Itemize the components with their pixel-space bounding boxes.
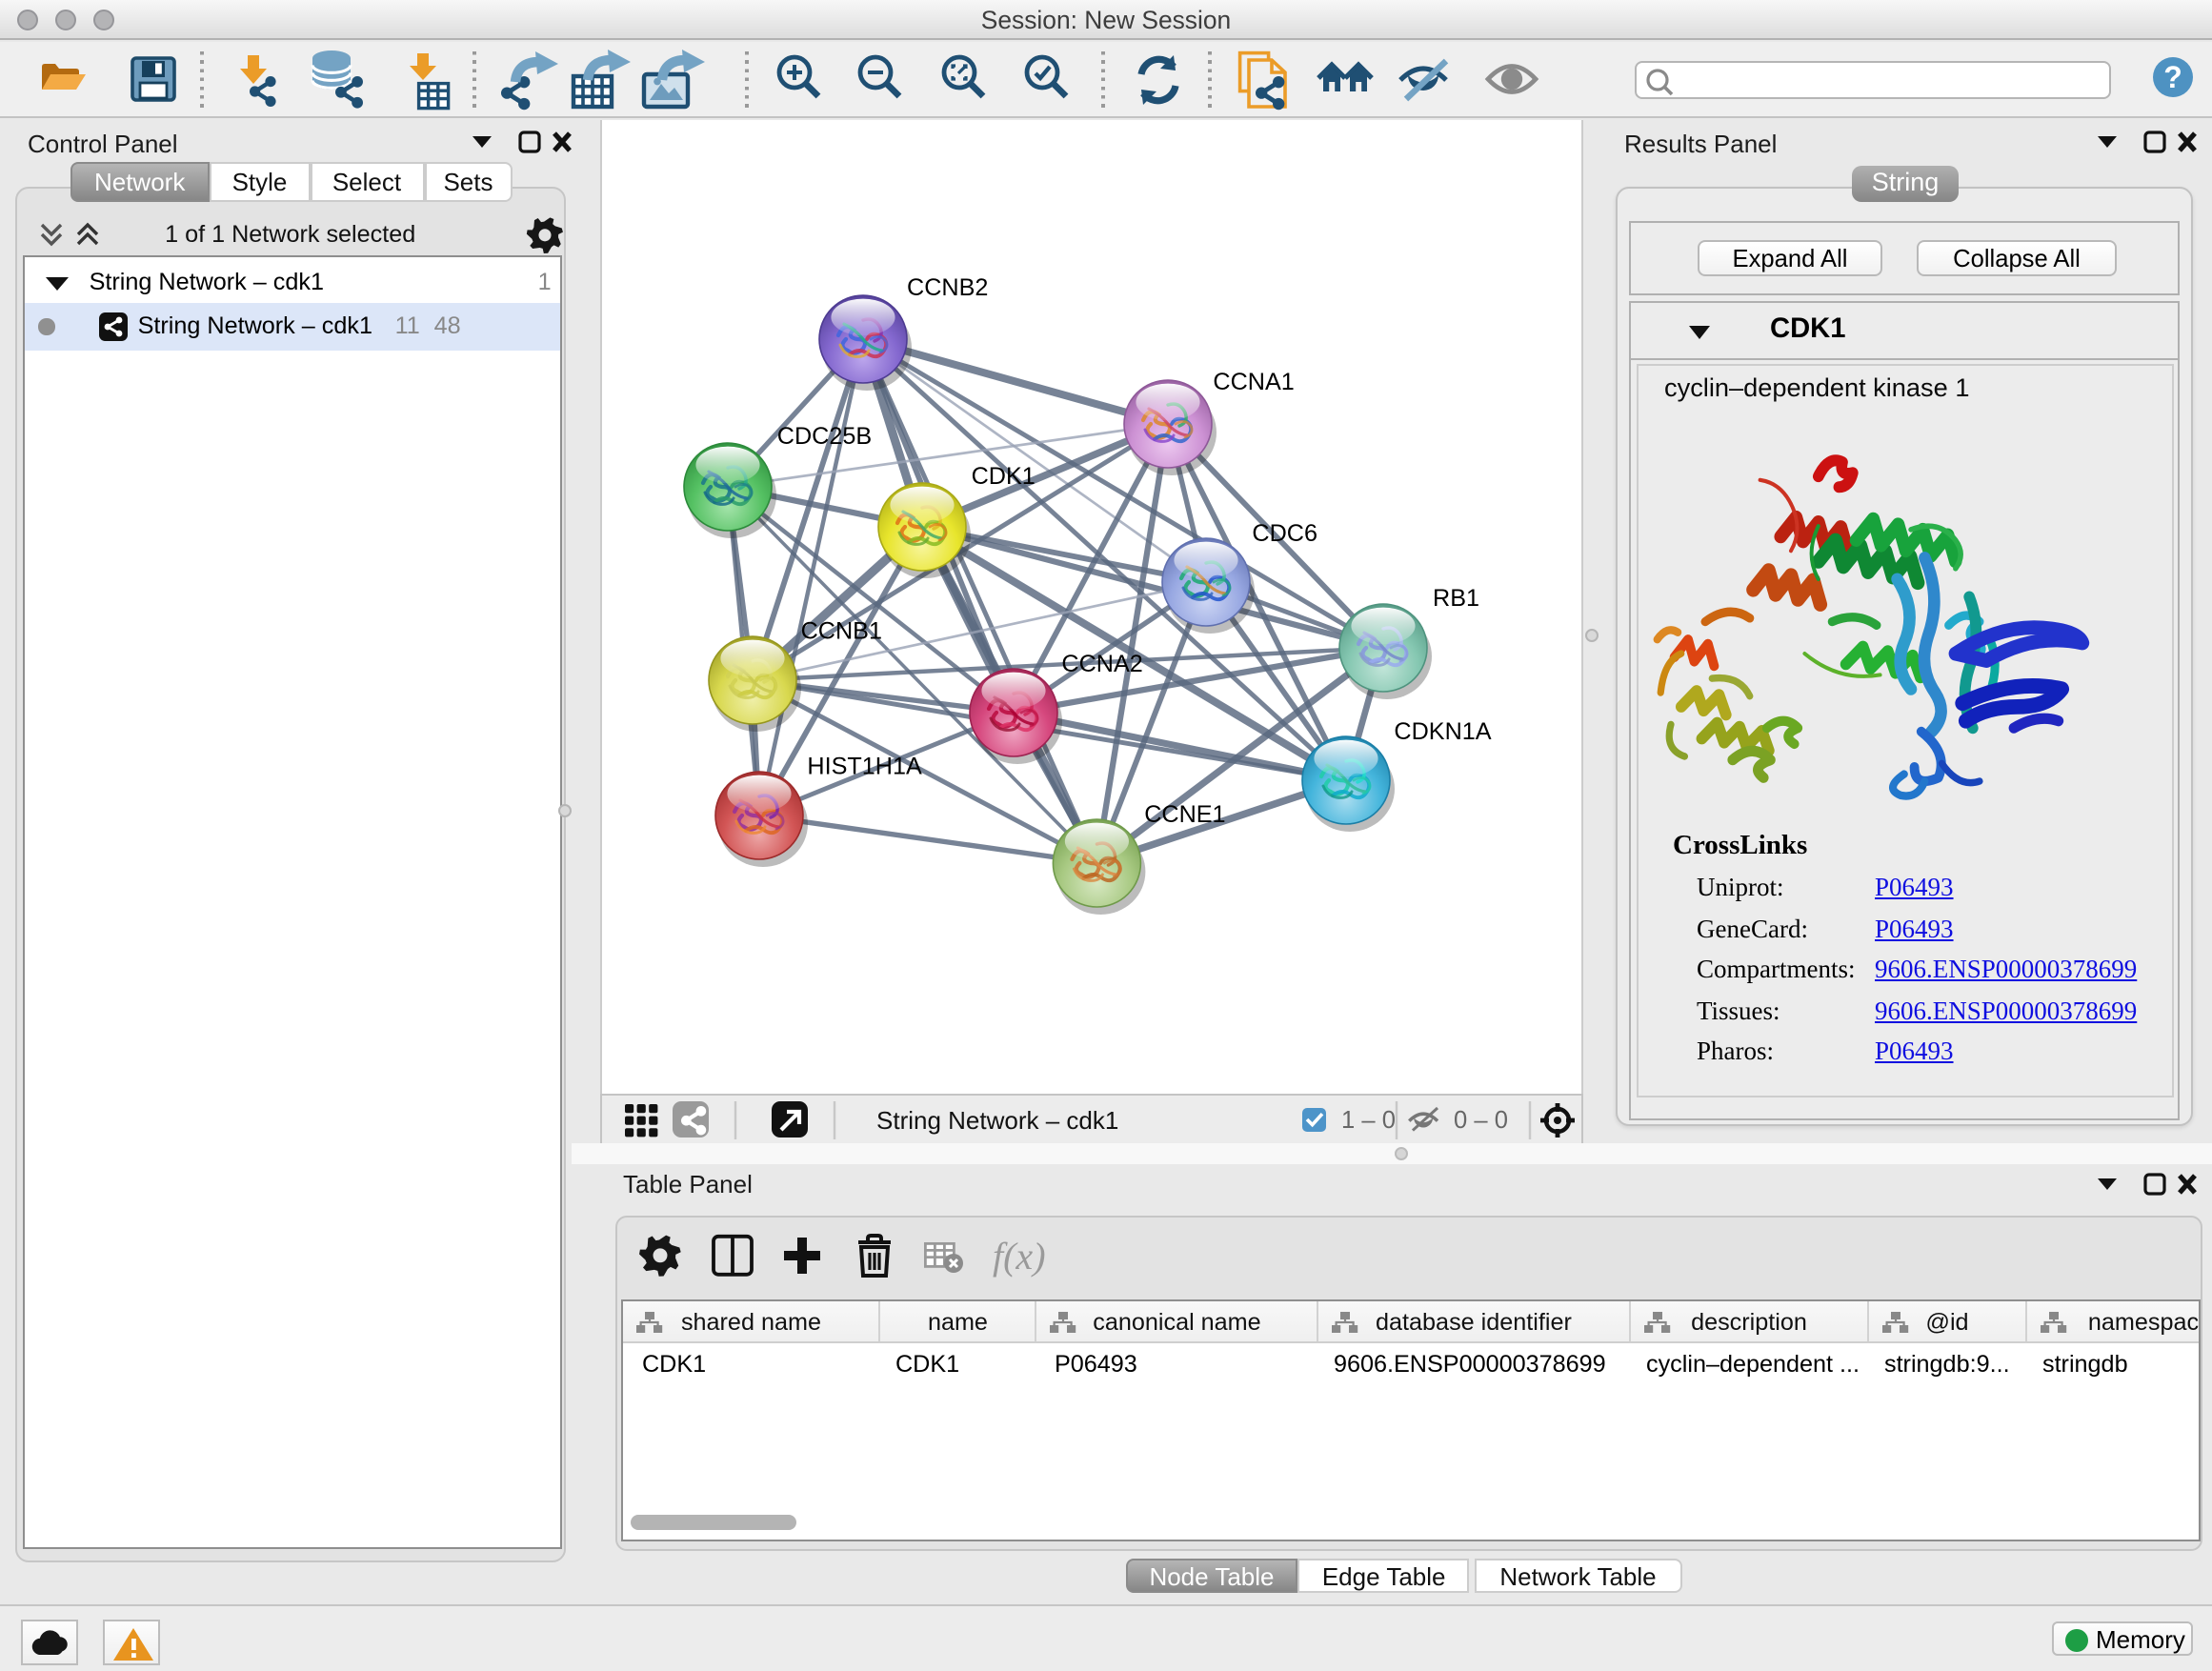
svg-text:CCNA1: CCNA1 xyxy=(1213,369,1294,395)
svg-text:String Network – cdk1: String Network – cdk1 xyxy=(876,1106,1118,1135)
svg-text:0 – 0: 0 – 0 xyxy=(1454,1107,1508,1134)
svg-text:CDC25B: CDC25B xyxy=(777,423,872,450)
svg-text:1 – 0: 1 – 0 xyxy=(1341,1107,1396,1134)
svg-text:f(x): f(x) xyxy=(993,1234,1046,1277)
svg-text:CDK1: CDK1 xyxy=(972,463,1036,490)
svg-text:CDC6: CDC6 xyxy=(1252,520,1317,547)
svg-text:HIST1H1A: HIST1H1A xyxy=(807,754,922,780)
svg-text:CDKN1A: CDKN1A xyxy=(1394,718,1491,745)
svg-text:CCNE1: CCNE1 xyxy=(1144,801,1225,828)
svg-text:RB1: RB1 xyxy=(1433,585,1479,612)
svg-text:CCNA2: CCNA2 xyxy=(1061,651,1142,677)
svg-text:CCNB2: CCNB2 xyxy=(907,274,988,301)
svg-text:?: ? xyxy=(2163,60,2182,94)
svg-text:CCNB1: CCNB1 xyxy=(801,618,882,645)
